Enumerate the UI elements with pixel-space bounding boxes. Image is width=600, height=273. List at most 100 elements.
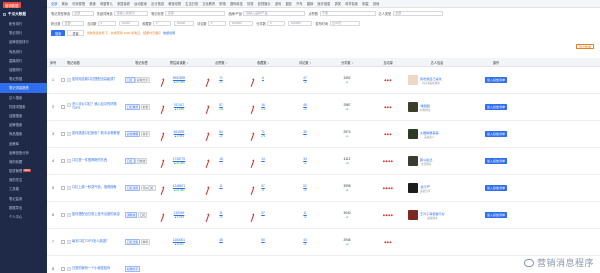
sidebar-item[interactable]: 我的关注: [0, 175, 47, 184]
share-min-input[interactable]: 0: [267, 20, 286, 26]
note-title-link[interactable]: 日常的我有一个小秘密给你: [72, 266, 124, 271]
comment-count-value[interactable]: 52: [303, 184, 307, 188]
collect-min-input[interactable]: 0: [153, 20, 172, 26]
category-tab[interactable]: 影视娱乐: [258, 1, 271, 6]
row-checkbox[interactable]: [61, 213, 65, 217]
sidebar-item[interactable]: 直播排行: [0, 56, 47, 65]
category-tab[interactable]: 家居装修: [117, 1, 130, 6]
row-checkbox[interactable]: [61, 78, 65, 82]
sidebar-item[interactable]: 投放管理 NEW: [0, 166, 47, 175]
note-title-link[interactable]: 如何搭配出日常上班不出错的妆容: [72, 212, 124, 217]
note-thumbnail[interactable]: [67, 103, 71, 108]
category-tab[interactable]: 职场: [219, 1, 225, 6]
like-count-value[interactable]: 48: [219, 238, 223, 242]
category-tab[interactable]: 全部: [51, 1, 57, 6]
collect-count-value[interactable]: 50: [261, 238, 265, 242]
author-name[interactable]: 大眼睛要美美: [420, 130, 439, 135]
sidebar-item[interactable]: 帐号排行: [0, 19, 47, 28]
row-checkbox[interactable]: [61, 132, 65, 136]
like-count-value[interactable]: 11: [219, 211, 222, 215]
category-tab[interactable]: 出行旅游: [151, 1, 164, 6]
category-tab[interactable]: 数码科技: [230, 1, 243, 6]
sidebar-group-title[interactable]: 千瓜大数据: [0, 10, 47, 19]
sidebar-item[interactable]: 热搜词搜索: [0, 102, 47, 111]
sidebar-item[interactable]: 工具箱: [0, 184, 47, 193]
sidebar-item[interactable]: 品牌投放分析: [0, 148, 47, 157]
read-count-value[interactable]: 1248671: [173, 184, 185, 188]
category-tab[interactable]: 情感: [247, 1, 253, 6]
note-title-link[interactable]: 口红上唇一秒变气色，值得拥有: [72, 185, 124, 190]
read-count-value[interactable]: 767417: [174, 103, 185, 107]
row-checkbox[interactable]: [61, 159, 65, 163]
category-tab[interactable]: 搞笑: [335, 1, 341, 6]
interact-max-input[interactable]: 10000: [119, 20, 140, 26]
like-count-value[interactable]: 18: [219, 157, 223, 161]
column-header[interactable]: 预估阅读数 ↓: [158, 60, 200, 65]
sidebar-item[interactable]: 商品搜索: [0, 129, 47, 138]
category-tab[interactable]: 汽车: [296, 1, 302, 6]
category-tab[interactable]: 医疗健康: [318, 1, 331, 6]
category-tab[interactable]: 婚嫁: [307, 1, 313, 6]
likes-select[interactable]: 不限: [319, 10, 376, 16]
comment-count-value[interactable]: 47: [303, 76, 307, 80]
sidebar-item[interactable]: 品牌搜索: [0, 120, 47, 129]
category-tab[interactable]: 文化教育: [202, 1, 215, 6]
row-checkbox[interactable]: [61, 240, 65, 244]
blogger-type-select[interactable]: 全部: [392, 10, 443, 16]
comment-max-input[interactable]: 100000: [229, 20, 254, 26]
sidebar-item[interactable]: 达人搜索: [0, 93, 47, 102]
collect-count-value[interactable]: 71: [261, 130, 265, 134]
add-to-list-button[interactable]: 加入投放清单: [484, 185, 507, 191]
read-count-value[interactable]: 5952835: [173, 76, 185, 80]
category-tab[interactable]: 其他: [373, 1, 379, 6]
comment-count-value[interactable]: 30: [303, 130, 307, 134]
column-header[interactable]: 评论数 ↓: [284, 60, 326, 65]
note-thumbnail[interactable]: [67, 159, 71, 163]
sidebar-item[interactable]: 品牌库: [0, 138, 47, 147]
sidebar-item[interactable]: 笔记热搜: [0, 74, 47, 83]
add-to-list-button[interactable]: 加入投放清单: [484, 158, 507, 164]
comment-count-value[interactable]: 11: [303, 211, 306, 215]
brand-input[interactable]: 请输入品牌/产品: [243, 10, 306, 16]
note-tag-select[interactable]: 全部: [165, 10, 226, 16]
avatar[interactable]: [408, 129, 418, 139]
note-title-link[interactable]: 每天口红TOP3怎么挑选？: [72, 239, 124, 244]
reset-button[interactable]: 重置: [67, 30, 84, 36]
category-tab[interactable]: 美食: [89, 1, 95, 6]
like-count-value[interactable]: 11: [219, 184, 222, 188]
author-name[interactable]: 王叶子青很懒不好: [420, 211, 445, 216]
collect-count-value[interactable]: 57: [261, 184, 265, 188]
category-tab[interactable]: 母婴育儿: [100, 1, 113, 6]
category-tab[interactable]: 摄影: [286, 1, 292, 6]
like-count-value[interactable]: 71: [219, 76, 223, 80]
author-name[interactable]: 那么如此: [420, 157, 432, 162]
collect-count-value[interactable]: 6: [262, 76, 264, 80]
keyword-input[interactable]: 请输入关键词: [114, 10, 149, 16]
sidebar-item[interactable]: 数据导出: [0, 203, 47, 212]
row-checkbox[interactable]: [61, 267, 65, 271]
app-logo[interactable]: 营销数据: [0, 0, 47, 10]
read-count-value[interactable]: 1184001: [173, 238, 185, 242]
avatar[interactable]: [408, 210, 418, 220]
sidebar-item[interactable]: 商品排行: [0, 47, 47, 56]
note-thumbnail[interactable]: [67, 186, 71, 190]
avatar[interactable]: [408, 183, 418, 193]
note-thumbnail[interactable]: [67, 267, 71, 271]
comment-min-input[interactable]: 0: [208, 20, 227, 26]
category-tab[interactable]: 游戏: [275, 1, 281, 6]
category-tab[interactable]: 生活日常: [185, 1, 198, 6]
add-to-list-button[interactable]: 加入投放清单: [484, 212, 507, 218]
like-count-value[interactable]: 87: [219, 103, 223, 107]
note-thumbnail[interactable]: [67, 132, 71, 136]
add-to-list-button[interactable]: 加入投放清单: [484, 104, 507, 110]
export-button[interactable]: 导出数据: [575, 44, 594, 49]
read-count-value[interactable]: 651593: [174, 130, 185, 134]
category-tab[interactable]: 明星: [362, 1, 368, 6]
sidebar-item[interactable]: 话题搜索: [0, 111, 47, 120]
sidebar-item[interactable]: 笔记监测: [0, 194, 47, 203]
interact-min-input[interactable]: 0: [98, 20, 117, 26]
author-name[interactable]: 我不严: [420, 184, 430, 189]
author-name[interactable]: 唯甜甜: [420, 103, 430, 108]
collect-max-input[interactable]: 10000: [174, 20, 195, 26]
collect-count-value[interactable]: 16: [261, 103, 265, 107]
